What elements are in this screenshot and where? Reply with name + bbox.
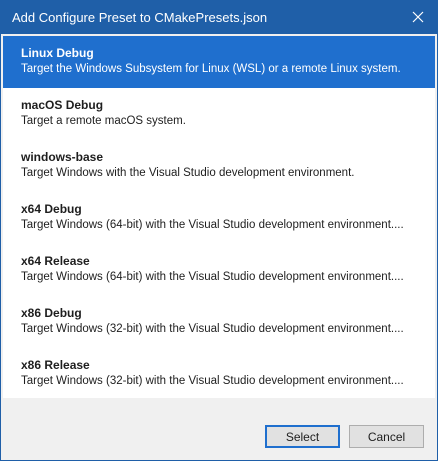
preset-list[interactable]: Linux Debug Target the Windows Subsystem… (3, 36, 435, 398)
title-bar[interactable]: Add Configure Preset to CMakePresets.jso… (1, 1, 437, 34)
preset-description: Target the Windows Subsystem for Linux (… (21, 63, 401, 75)
preset-name: x64 Debug (21, 202, 82, 216)
preset-name: x64 Release (21, 254, 90, 268)
preset-description: Target Windows (32-bit) with the Visual … (21, 375, 404, 387)
preset-item-x64-debug[interactable]: x64 Debug Target Windows (64-bit) with t… (3, 192, 435, 244)
preset-name: x86 Release (21, 358, 90, 372)
preset-description: Target Windows (64-bit) with the Visual … (21, 271, 404, 283)
add-configure-preset-dialog: Add Configure Preset to CMakePresets.jso… (0, 0, 438, 461)
preset-item-x64-release[interactable]: x64 Release Target Windows (64-bit) with… (3, 244, 435, 296)
preset-item-macos-debug[interactable]: macOS Debug Target a remote macOS system… (3, 88, 435, 140)
select-button[interactable]: Select (265, 425, 340, 448)
preset-item-windows-base[interactable]: windows-base Target Windows with the Vis… (3, 140, 435, 192)
preset-name: Linux Debug (21, 46, 94, 60)
preset-description: Target Windows (32-bit) with the Visual … (21, 323, 404, 335)
preset-item-linux-debug[interactable]: Linux Debug Target the Windows Subsystem… (3, 36, 435, 88)
dialog-title: Add Configure Preset to CMakePresets.jso… (12, 10, 268, 25)
preset-description: Target Windows with the Visual Studio de… (21, 167, 355, 179)
preset-description: Target Windows (64-bit) with the Visual … (21, 219, 404, 231)
close-button[interactable] (405, 5, 431, 29)
preset-item-x86-debug[interactable]: x86 Debug Target Windows (32-bit) with t… (3, 296, 435, 348)
preset-name: macOS Debug (21, 98, 104, 112)
cancel-button[interactable]: Cancel (349, 425, 424, 448)
dialog-footer: Select Cancel (1, 398, 437, 460)
preset-name: x86 Debug (21, 306, 82, 320)
preset-item-x86-release[interactable]: x86 Release Target Windows (32-bit) with… (3, 348, 435, 398)
preset-description: Target a remote macOS system. (21, 115, 186, 127)
close-icon (412, 11, 424, 23)
preset-name: windows-base (21, 150, 104, 164)
